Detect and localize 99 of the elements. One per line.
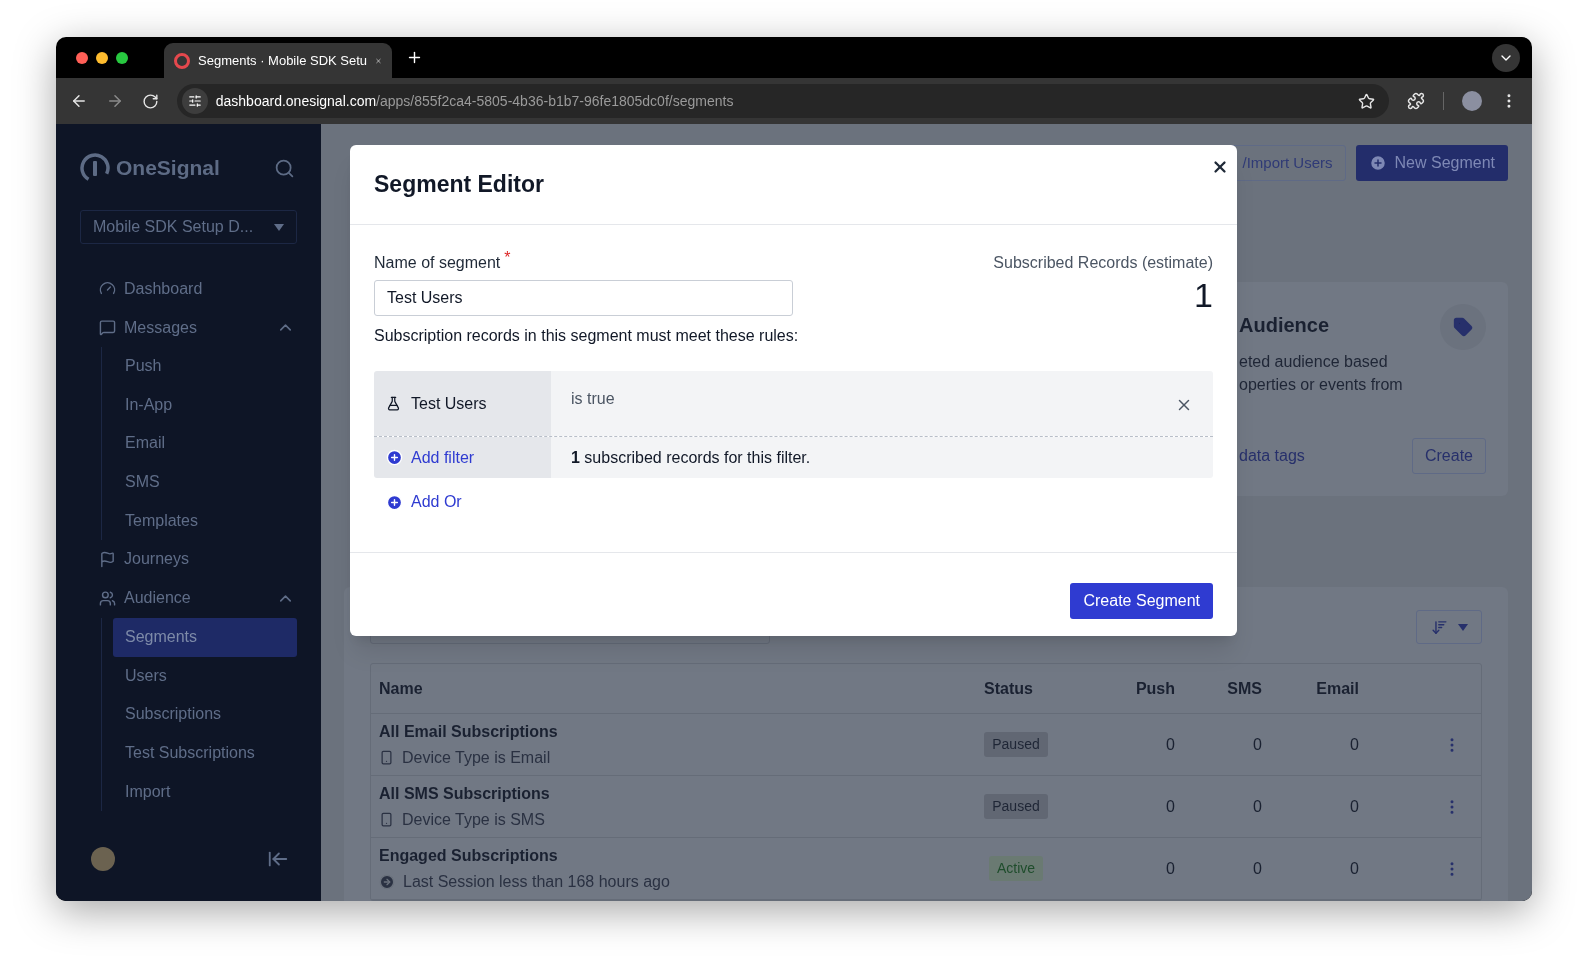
required-mark: *	[504, 251, 511, 265]
push-count: 0	[1166, 734, 1175, 755]
sidebar-subitem[interactable]: Subscriptions	[113, 695, 297, 734]
caret-icon	[274, 223, 284, 231]
sidebar-item[interactable]: Audience	[80, 578, 297, 618]
sidebar-item[interactable]: Dashboard	[80, 269, 297, 308]
avatar[interactable]	[91, 847, 115, 871]
segment-name[interactable]: Engaged Subscriptions	[379, 843, 961, 868]
segment-name-field[interactable]: Test Users	[374, 280, 793, 316]
segment-name[interactable]: All Email Subscriptions	[379, 719, 961, 744]
phone-icon	[379, 750, 394, 765]
column-header: Email	[1316, 678, 1359, 699]
segment-rule: Last Session less than 168 hours ago	[403, 871, 670, 892]
sort-icon	[1430, 618, 1448, 636]
dialog-title: Segment Editor	[374, 170, 544, 200]
new-tab-icon[interactable]	[406, 49, 423, 66]
status-tag: Active	[988, 856, 1044, 881]
zoom-window-icon[interactable]	[116, 51, 128, 64]
sidebar-subitem[interactable]: Test Subscriptions	[113, 733, 297, 773]
site-settings-icon[interactable]	[187, 94, 202, 108]
caret-icon	[1457, 623, 1468, 631]
email-count: 0	[1350, 734, 1359, 755]
sidebar-item-label: Audience	[124, 588, 191, 609]
create-button[interactable]: Create	[1411, 438, 1486, 474]
new-segment-button[interactable]: New Segment	[1355, 145, 1508, 181]
sidebar-item-label: Dashboard	[124, 278, 203, 299]
data-tags-link[interactable]: data tags	[1239, 444, 1305, 468]
sidebar-subitem[interactable]: Push	[113, 347, 297, 386]
arrow-circle-icon	[379, 873, 395, 890]
browser-tab[interactable]: Segments · Mobile SDK Setu	[164, 43, 392, 78]
flag-icon	[99, 550, 116, 568]
sms-count: 0	[1253, 734, 1262, 755]
favicon-icon	[174, 52, 190, 69]
tab-title: Segments · Mobile SDK Setu	[198, 51, 368, 70]
status-tag: Paused	[984, 732, 1048, 757]
sidebar-subitem[interactable]: In-App	[113, 385, 297, 425]
rules-intro: Subscription records in this segment must meet these rules:	[374, 326, 800, 346]
profile-avatar[interactable]	[1462, 91, 1483, 111]
sidebar-item[interactable]: Journeys	[80, 539, 297, 579]
filter-field[interactable]: Test Users	[374, 371, 551, 436]
tag-icon	[1453, 317, 1473, 337]
chat-icon	[99, 319, 116, 336]
back-icon[interactable]	[70, 92, 88, 110]
plus-circle-icon	[1368, 154, 1387, 172]
sidebar-item-label: Messages	[124, 317, 197, 338]
phone-icon	[379, 812, 394, 827]
field-label: Name of segment	[374, 253, 501, 273]
filter-count: 1 subscribed records for this filter.	[571, 447, 811, 468]
close-icon[interactable]	[1211, 158, 1229, 176]
url-text: dashboard.onesignal.com/apps/855f2ca4-5805-4b36-b1b7-96fe1805dc0f/segments	[215, 91, 734, 111]
filter-condition: is true	[571, 389, 615, 409]
column-header: Status	[983, 678, 1033, 699]
segment-rule: Device Type is SMS	[402, 809, 545, 830]
app-selector[interactable]: Mobile SDK Setup D...	[80, 210, 297, 244]
puzzle-icon[interactable]	[1407, 92, 1426, 110]
add-or-button[interactable]: Add Or	[374, 489, 474, 515]
create-segment-button[interactable]: Create Segment	[1070, 582, 1213, 619]
estimate-label: Subscribed Records (estimate)	[993, 253, 1213, 273]
column-header: Name	[378, 678, 424, 699]
plus-circle-icon	[386, 493, 403, 511]
people-icon	[99, 589, 116, 607]
push-count: 0	[1166, 796, 1175, 817]
email-count: 0	[1350, 858, 1359, 879]
sms-count: 0	[1253, 858, 1262, 879]
minimize-window-icon[interactable]	[96, 51, 108, 64]
sidebar-subitem[interactable]: Email	[113, 424, 297, 463]
star-icon[interactable]	[1358, 92, 1376, 110]
segment-name[interactable]: All SMS Subscriptions	[379, 781, 961, 806]
card-description: eted audience based	[1239, 352, 1389, 372]
status-tag: Paused	[984, 794, 1048, 819]
column-header: Push	[1135, 678, 1175, 699]
sidebar-subitem[interactable]: SMS	[113, 462, 297, 502]
gauge-icon	[99, 280, 116, 297]
segment-rule: Device Type is Email	[402, 747, 551, 768]
filter-name: Test Users	[411, 393, 487, 414]
card-description: operties or events from	[1239, 375, 1404, 395]
push-count: 0	[1166, 858, 1175, 879]
flask-icon	[386, 396, 401, 411]
card-title: Audience	[1239, 313, 1330, 338]
estimate-count: 1	[1194, 275, 1213, 315]
sort-button[interactable]	[1416, 610, 1482, 644]
sms-count: 0	[1253, 796, 1262, 817]
sidebar-subitem[interactable]: Templates	[113, 501, 297, 540]
sidebar-item[interactable]: Messages	[80, 308, 297, 347]
search-icon[interactable]	[274, 157, 295, 179]
sidebar-subitem[interactable]: Users	[113, 656, 297, 696]
brand-name: OneSignal	[116, 155, 220, 182]
sidebar-subitem[interactable]: Segments	[113, 617, 297, 657]
tab-menu-button[interactable]	[1492, 43, 1520, 72]
add-filter-button[interactable]: Add filter	[374, 437, 551, 478]
sidebar-subitem[interactable]: Import	[113, 772, 297, 811]
plus-circle-icon	[386, 449, 403, 466]
logo-icon	[80, 153, 110, 183]
column-header: SMS	[1227, 678, 1262, 699]
address-bar[interactable]: dashboard.onesignal.com/apps/855f2ca4-5805-4b36-b1b7-96fe1805dc0f/segments	[176, 84, 1390, 118]
reload-icon[interactable]	[141, 92, 159, 110]
sidebar-item-label: Journeys	[124, 549, 189, 570]
close-window-icon[interactable]	[76, 51, 88, 64]
email-count: 0	[1350, 796, 1359, 817]
